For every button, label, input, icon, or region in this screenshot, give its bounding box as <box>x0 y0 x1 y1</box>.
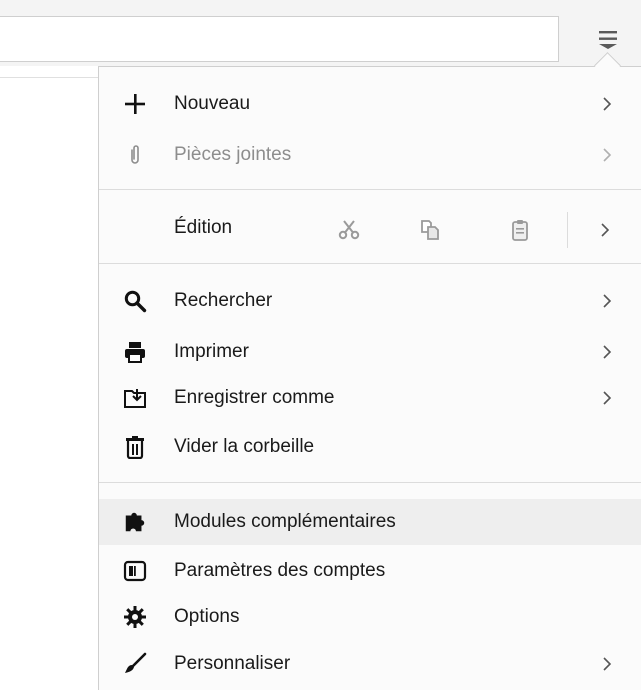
chevron-right-icon <box>601 146 613 164</box>
menu-item-attachments[interactable]: Pièces jointes <box>99 133 641 177</box>
gear-icon <box>123 605 147 629</box>
copy-icon <box>421 220 439 240</box>
toolbar <box>0 0 641 66</box>
magnifier-icon <box>123 289 147 313</box>
menu-item-label: Édition <box>174 217 233 238</box>
puzzle-icon <box>123 510 147 534</box>
search-input[interactable] <box>0 16 559 62</box>
paintbrush-icon <box>123 652 147 676</box>
plus-icon <box>123 92 147 116</box>
menu-item-empty-trash[interactable]: Vider la corbeille <box>99 425 641 469</box>
chevron-right-icon <box>601 95 613 113</box>
divider <box>567 212 568 248</box>
hamburger-icon <box>599 31 617 49</box>
edit-submenu-button[interactable] <box>595 217 615 243</box>
menu-item-label: Modules complémentaires <box>174 511 396 532</box>
menu-item-save-as[interactable]: Enregistrer comme <box>99 376 641 420</box>
paste-button[interactable] <box>507 217 533 243</box>
menu-item-find[interactable]: Rechercher <box>99 279 641 323</box>
chevron-right-icon <box>601 389 613 407</box>
cut-button[interactable] <box>336 217 362 243</box>
menu-item-label: Options <box>174 606 240 627</box>
menu-item-print[interactable]: Imprimer <box>99 330 641 374</box>
scissors-icon <box>338 220 360 240</box>
divider <box>99 189 641 190</box>
menu-item-label: Enregistrer comme <box>174 387 335 408</box>
menu-item-new[interactable]: Nouveau <box>99 82 641 126</box>
menu-item-label: Vider la corbeille <box>174 436 315 457</box>
left-pane <box>0 66 99 690</box>
trash-icon <box>123 435 147 459</box>
menu-item-label: Paramètres des comptes <box>174 560 386 581</box>
printer-icon <box>123 340 147 364</box>
save-icon <box>123 386 147 410</box>
chevron-right-icon <box>601 292 613 310</box>
account-settings-icon <box>123 559 147 583</box>
menu-item-label: Rechercher <box>174 290 273 311</box>
menu-item-account-settings[interactable]: Paramètres des comptes <box>99 549 641 593</box>
menu-item-label: Nouveau <box>174 93 251 114</box>
menu-row-edit: Édition <box>99 204 641 254</box>
chevron-right-icon <box>601 223 610 237</box>
chevron-right-icon <box>601 343 613 361</box>
menu-item-options[interactable]: Options <box>99 595 641 639</box>
menu-item-addons[interactable]: Modules complémentaires <box>99 499 641 545</box>
menu-item-label: Personnaliser <box>174 653 291 674</box>
app-menu-panel: Nouveau Pièces jointes Édition Recherche… <box>98 66 641 690</box>
menu-item-label: Pièces jointes <box>174 144 292 165</box>
paperclip-icon <box>123 143 147 167</box>
clipboard-icon <box>512 220 528 241</box>
copy-button[interactable] <box>417 217 443 243</box>
divider <box>0 77 99 78</box>
menu-item-customize[interactable]: Personnaliser <box>99 642 641 686</box>
divider <box>99 263 641 264</box>
menu-item-label: Imprimer <box>174 341 249 362</box>
divider <box>99 482 641 483</box>
chevron-right-icon <box>601 655 613 673</box>
